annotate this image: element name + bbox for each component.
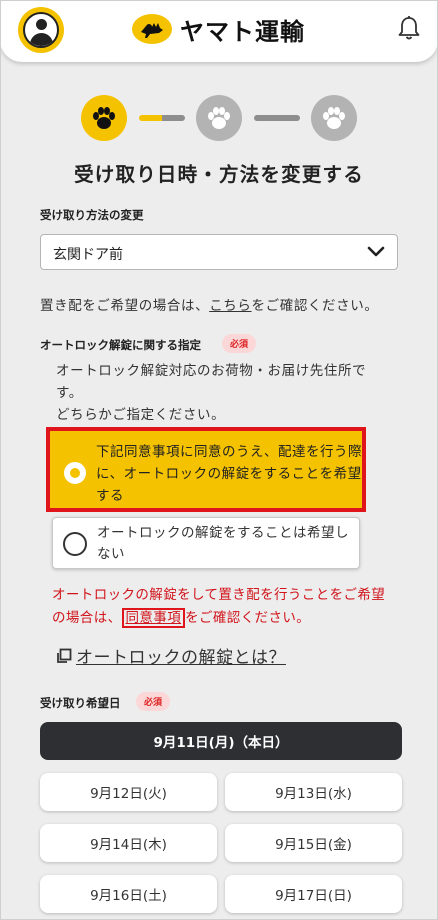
page-title: 受け取り日時・方法を変更する (74, 163, 364, 186)
step-3-paw-icon (311, 95, 357, 141)
brand-logo: ヤマト運輸 (132, 12, 305, 46)
date-option[interactable]: 9月15日(金) (225, 824, 402, 862)
date-option[interactable]: 9月16日(土) (40, 875, 217, 913)
date-option-today[interactable]: 9月11日(月)（本日） (40, 722, 402, 760)
method-note-suffix: をご確認ください。 (251, 298, 379, 314)
autolock-desc-line1: オートロック解錠対応のお荷物・お届け先住所で (56, 363, 367, 379)
method-label: 受け取り方法の変更 (40, 208, 144, 222)
option-decline-label: オートロックの解錠をすることは希望しない (97, 525, 349, 562)
logo-text: ヤマト運輸 (180, 17, 305, 46)
required-badge: 必須 (222, 334, 257, 353)
method-select[interactable]: 玄関ドア前 (40, 234, 398, 270)
user-icon[interactable] (18, 7, 64, 53)
consent-link[interactable]: 同意事項 (121, 608, 186, 628)
chevron-down-icon (367, 244, 385, 264)
okihai-link[interactable]: こちら (209, 298, 251, 314)
date-option[interactable]: 9月17日(日) (225, 875, 402, 913)
step-connector (254, 115, 300, 121)
step-2-paw-icon (196, 95, 242, 141)
radio-selected-icon[interactable] (64, 462, 86, 484)
bell-icon[interactable] (398, 15, 420, 45)
autolock-desc-line2: す。 (56, 385, 83, 401)
date-option[interactable]: 9月14日(木) (40, 824, 217, 862)
autolock-warning: オートロックの解錠をして置き配を行うことをご希望の場合は、 同意事項 をご確認くださ… (52, 584, 392, 630)
autolock-desc-line3: どちらかご指定ください。 (56, 407, 226, 423)
method-note-text: 置き配をご希望の場合は、 (40, 298, 210, 314)
autolock-label: オートロック解錠に関する指定 (40, 338, 201, 352)
warning-suffix: をご確認ください。 (185, 610, 311, 626)
method-note: 置き配をご希望の場合は、こちらをご確認ください。 (40, 294, 378, 314)
progress-steps (0, 95, 438, 141)
radio-unselected-icon[interactable] (63, 532, 87, 556)
app-header: ヤマト運輸 (0, 0, 438, 62)
cat-logo-icon (132, 14, 172, 44)
step-1-paw-icon (81, 95, 127, 141)
date-option[interactable]: 9月13日(水) (225, 773, 402, 811)
autolock-option-decline[interactable]: オートロックの解錠をすることは希望しない (52, 517, 360, 569)
date-label: 受け取り希望日 (40, 696, 121, 710)
method-selected-value: 玄関ドア前 (53, 247, 123, 263)
external-window-icon (57, 648, 72, 663)
step-connector (139, 115, 185, 121)
option-agree-label: 下記同意事項に同意のうえ、配達を行う際に、オートロックの解錠をすることを希望する (96, 444, 362, 504)
autolock-info-link[interactable]: オートロックの解錠とは？ (56, 643, 286, 668)
info-link-text: オートロックの解錠とは？ (76, 648, 286, 668)
date-option[interactable]: 9月12日(火) (40, 773, 217, 811)
autolock-option-agree[interactable]: 下記同意事項に同意のうえ、配達を行う際に、オートロックの解錠をすることを希望する (46, 427, 366, 512)
required-badge: 必須 (136, 692, 171, 711)
